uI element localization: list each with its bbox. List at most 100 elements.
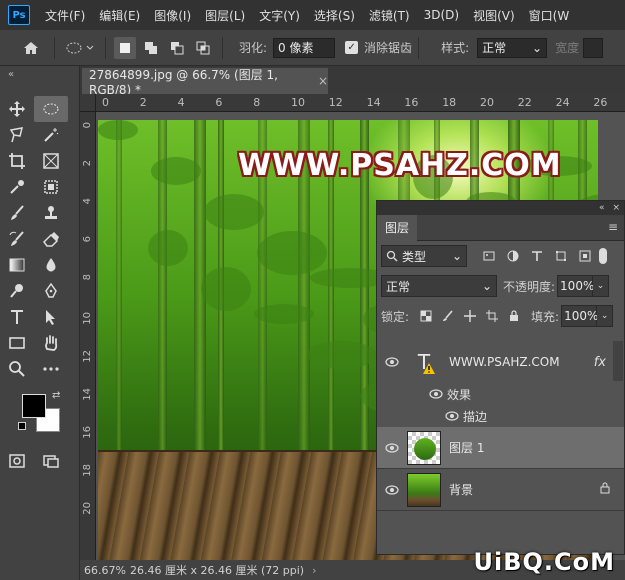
gradient-tool[interactable]	[0, 252, 34, 278]
ruler-tick-label: 14	[366, 96, 381, 109]
brush-tool[interactable]	[0, 200, 34, 226]
swap-colors-icon[interactable]: ⇄	[52, 390, 60, 401]
blend-mode-select[interactable]: 正常 ⌄	[381, 275, 497, 297]
move-tool[interactable]	[0, 96, 34, 122]
filter-shape-icon[interactable]	[549, 250, 573, 262]
zoom-level[interactable]: 66.67%	[84, 564, 126, 577]
ruler-tick-label: 26	[593, 96, 608, 109]
crop-tool[interactable]	[0, 148, 34, 174]
menu-window[interactable]: 窗口(W	[522, 7, 577, 24]
dodge-tool[interactable]	[0, 278, 34, 304]
lock-artboard-icon[interactable]	[481, 310, 503, 322]
collapse-panel-icon[interactable]: «	[599, 203, 605, 213]
menu-file[interactable]: 文件(F)	[38, 7, 92, 24]
horizontal-ruler[interactable]: 0 2 4 6 8 10 12 14 16 18 20 22 24 26	[96, 94, 625, 112]
filter-type-icon[interactable]	[525, 250, 549, 262]
layer-pixel[interactable]: 图层 1	[377, 427, 624, 469]
menu-filter[interactable]: 滤镜(T)	[362, 7, 417, 24]
style-select[interactable]: 正常 ⌄	[477, 37, 548, 58]
type-tool[interactable]	[0, 304, 34, 330]
marquee-preset-picker[interactable]	[61, 36, 99, 60]
menu-image[interactable]: 图像(I)	[147, 7, 198, 24]
menu-type[interactable]: 文字(Y)	[252, 7, 307, 24]
zoom-tool[interactable]	[0, 356, 34, 382]
screen-mode-button[interactable]	[34, 448, 68, 474]
spot-healing-tool[interactable]	[34, 174, 68, 200]
menu-view[interactable]: 视图(V)	[466, 7, 522, 24]
magic-wand-tool[interactable]	[34, 122, 68, 148]
visibility-eye-icon[interactable]	[427, 389, 445, 399]
more-tools[interactable]	[34, 356, 68, 382]
stroke-effect-row[interactable]: 描边	[377, 405, 624, 427]
eraser-tool[interactable]	[34, 226, 68, 252]
visibility-eye-icon[interactable]	[377, 357, 407, 367]
panel-header: « ×	[377, 201, 624, 215]
document-tab[interactable]: 27864899.jpg @ 66.7% (图层 1, RGB/8) * ×	[82, 68, 328, 97]
lock-position-icon[interactable]	[459, 310, 481, 322]
ruler-tick-label: 16	[82, 426, 93, 439]
visibility-eye-icon[interactable]	[377, 442, 407, 453]
leaf-cluster	[254, 304, 314, 324]
ruler-tick-label: 20	[82, 502, 93, 515]
status-menu-icon[interactable]: ›	[312, 564, 316, 577]
layer-background[interactable]: 背景	[377, 469, 624, 511]
effects-label: 效果	[447, 387, 472, 402]
toolbox-collapse[interactable]: «	[0, 66, 79, 82]
lock-pixels-icon[interactable]	[437, 310, 459, 322]
quick-mask-button[interactable]	[0, 448, 34, 474]
hand-tool[interactable]	[34, 330, 68, 356]
foreground-color[interactable]	[22, 394, 46, 418]
pen-tool[interactable]	[34, 278, 68, 304]
hand-icon	[45, 335, 58, 351]
menu-layer[interactable]: 图层(L)	[198, 7, 252, 24]
lasso-tool[interactable]	[0, 122, 34, 148]
chevron-down-icon[interactable]: ⌄	[597, 305, 614, 327]
visibility-eye-icon[interactable]	[443, 411, 461, 421]
menu-edit[interactable]: 编辑(E)	[92, 7, 147, 24]
lock-all-icon[interactable]	[503, 310, 525, 322]
width-input[interactable]	[583, 37, 604, 58]
filter-smart-object-icon[interactable]	[573, 250, 597, 262]
filter-pixel-icon[interactable]	[477, 250, 501, 262]
subtract-selection-button[interactable]	[166, 37, 188, 59]
separator	[222, 36, 223, 59]
filter-toggle[interactable]	[599, 248, 607, 264]
elliptical-marquee-tool[interactable]	[34, 96, 68, 122]
add-selection-button[interactable]	[140, 37, 162, 59]
home-button[interactable]	[14, 34, 48, 62]
effects-row[interactable]: 效果	[377, 383, 624, 405]
filter-kind-select[interactable]: 类型 ⌄	[381, 245, 467, 267]
fill-input[interactable]: 100%	[561, 305, 598, 327]
intersect-selection-button[interactable]	[192, 37, 214, 59]
path-selection-tool[interactable]	[34, 304, 68, 330]
lock-transparency-icon[interactable]	[415, 310, 437, 322]
fx-icon[interactable]: fx	[594, 355, 606, 370]
close-icon[interactable]: ×	[318, 74, 328, 88]
chevron-down-icon[interactable]: ⌄	[593, 275, 610, 297]
close-panel-icon[interactable]: ×	[612, 203, 620, 213]
blur-tool[interactable]	[34, 252, 68, 278]
filter-adjustment-icon[interactable]	[501, 250, 525, 262]
panel-menu-icon[interactable]: ≡	[608, 220, 618, 234]
new-selection-button[interactable]	[114, 36, 136, 59]
feather-input[interactable]: 0 像素	[273, 37, 336, 58]
menu-3d[interactable]: 3D(D)	[417, 8, 466, 22]
layer-text[interactable]: T WWW.PSAHZ.COM fx	[377, 341, 624, 383]
visibility-eye-icon[interactable]	[377, 484, 407, 495]
filter-icons	[477, 250, 597, 262]
layers-scrollbar[interactable]	[613, 341, 623, 381]
opacity-input[interactable]: 100%	[557, 275, 594, 297]
vertical-ruler[interactable]: 0 2 4 6 8 10 12 14 16 18 20	[80, 112, 96, 560]
photoshop-logo-icon: Ps	[8, 5, 30, 25]
menu-select[interactable]: 选择(S)	[307, 7, 362, 24]
default-colors-icon[interactable]	[18, 422, 26, 430]
frame-tool[interactable]	[34, 148, 68, 174]
antialias-checkbox[interactable]: ✓	[345, 41, 359, 54]
history-brush-tool[interactable]	[0, 226, 34, 252]
tab-layers[interactable]: 图层	[377, 214, 418, 241]
ruler-origin[interactable]	[80, 94, 96, 112]
ruler-tick-label: 18	[82, 464, 93, 477]
clone-stamp-tool[interactable]	[34, 200, 68, 226]
rectangle-tool[interactable]	[0, 330, 34, 356]
eyedropper-tool[interactable]	[0, 174, 34, 200]
